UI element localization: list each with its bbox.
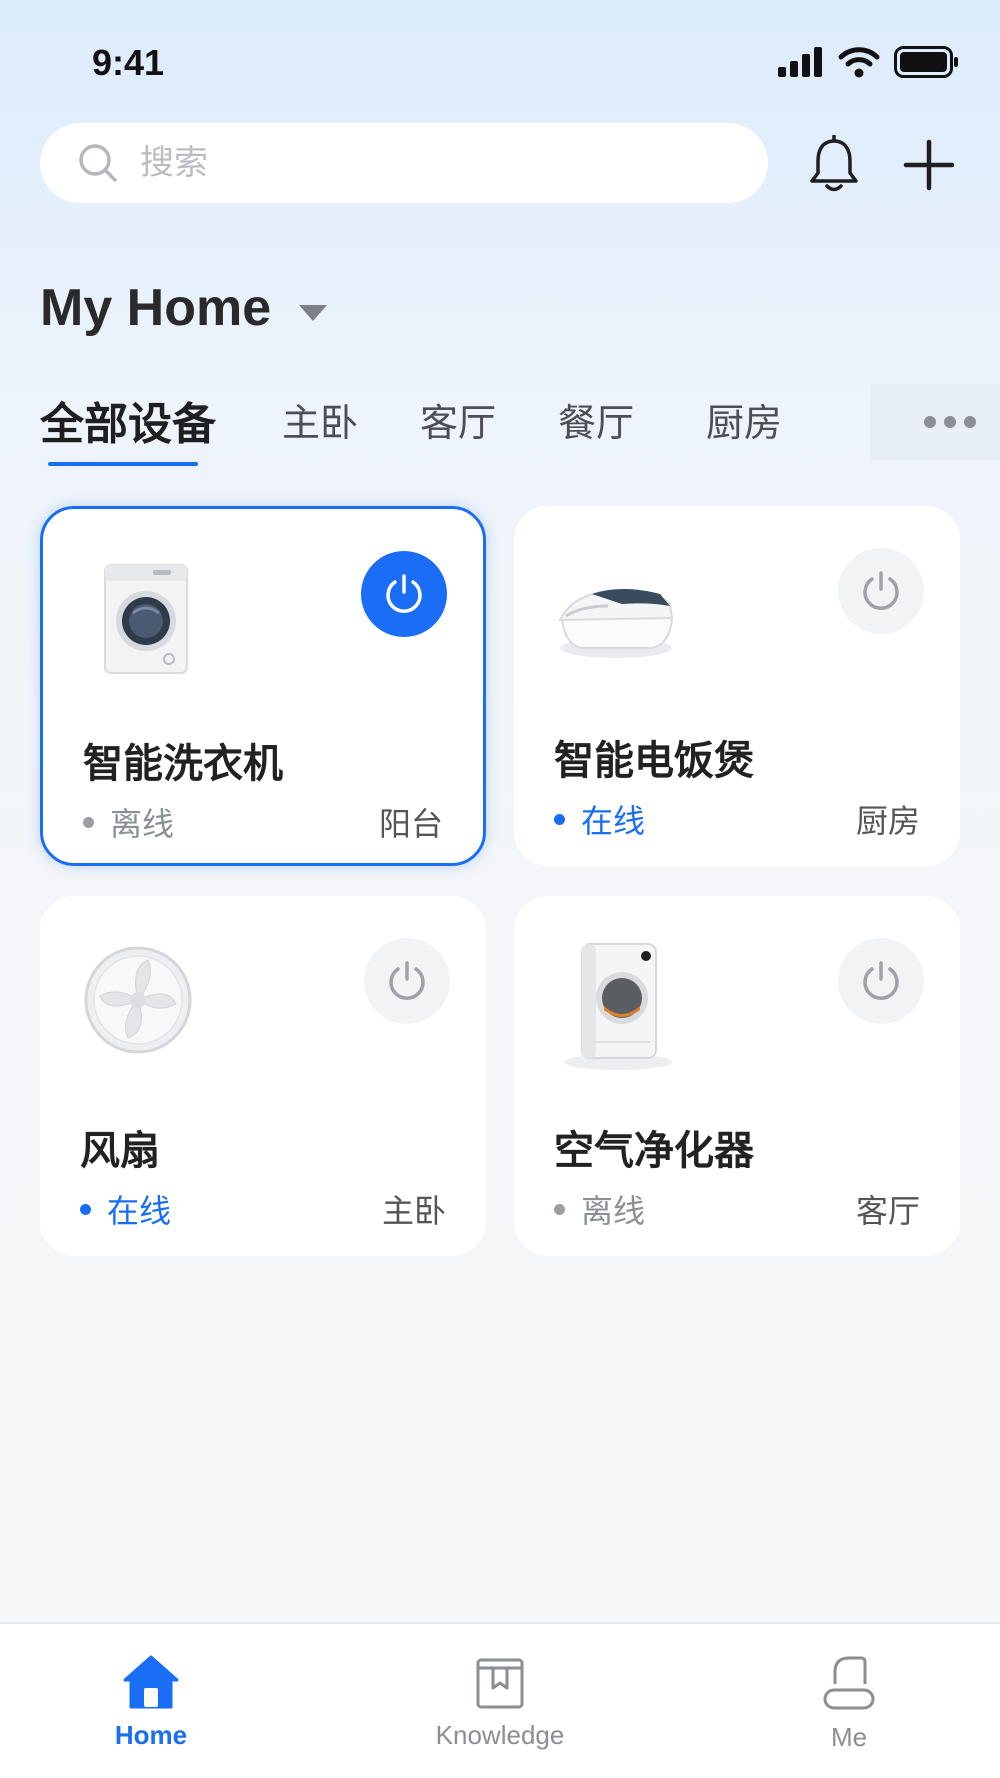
search-bar[interactable] xyxy=(40,123,768,203)
device-room: 客厅 xyxy=(855,1192,920,1230)
wifi-icon xyxy=(838,47,880,78)
device-status: 在线 xyxy=(80,1186,171,1232)
nav-knowledge-label: Knowledge xyxy=(435,1720,565,1750)
device-status-label: 在线 xyxy=(581,802,646,840)
nav-me[interactable]: Me xyxy=(749,1654,949,1753)
device-card-rice-cooker[interactable]: 智能电饭煲 在线 厨房 xyxy=(514,506,960,866)
washing-machine-image xyxy=(104,564,188,674)
power-button[interactable] xyxy=(364,938,450,1024)
tab-living-room[interactable]: 客厅 xyxy=(420,392,496,447)
book-icon xyxy=(476,1658,524,1709)
power-icon xyxy=(386,574,422,613)
device-name: 风扇 xyxy=(80,1128,160,1174)
device-name: 智能洗衣机 xyxy=(83,741,283,787)
bell-icon xyxy=(810,135,858,192)
plus-icon xyxy=(903,139,955,191)
nav-me-label: Me xyxy=(830,1722,868,1752)
signal-icon xyxy=(778,47,822,77)
fan-image xyxy=(84,946,192,1054)
device-room: 主卧 xyxy=(381,1192,446,1230)
home-icon xyxy=(123,1655,179,1709)
status-icons xyxy=(778,46,960,78)
device-status-label: 离线 xyxy=(110,805,175,843)
device-card-washing-machine[interactable]: 智能洗衣机 离线 阳台 xyxy=(40,506,486,866)
more-tabs-button[interactable] xyxy=(870,384,1000,460)
caret-down-icon xyxy=(299,305,328,321)
notification-button[interactable] xyxy=(802,130,866,200)
user-icon xyxy=(823,1656,875,1710)
search-icon xyxy=(79,144,117,182)
status-dot xyxy=(554,813,565,825)
room-tabs: 全部设备 主卧 客厅 餐厅 厨房 xyxy=(40,384,1000,472)
tab-dining-room[interactable]: 餐厅 xyxy=(558,392,634,447)
bottom-nav: Home Knowledge Me xyxy=(0,1622,1000,1778)
air-purifier-image xyxy=(564,943,672,1070)
device-status-label: 离线 xyxy=(581,1192,646,1230)
device-card-fan[interactable]: 风扇 在线 主卧 xyxy=(40,896,486,1256)
device-status: 离线 xyxy=(83,799,174,845)
device-status-label: 在线 xyxy=(107,1192,172,1230)
rice-cooker-image xyxy=(558,588,674,658)
nav-knowledge[interactable]: Knowledge xyxy=(400,1654,600,1751)
tab-master-bedroom[interactable]: 主卧 xyxy=(282,392,358,447)
battery-icon xyxy=(894,46,958,78)
status-time: 9:41 xyxy=(92,42,165,83)
add-device-button[interactable] xyxy=(898,130,960,200)
device-card-air-purifier[interactable]: 空气净化器 离线 客厅 xyxy=(514,896,960,1256)
power-button[interactable] xyxy=(361,551,447,637)
device-room: 厨房 xyxy=(855,802,920,840)
more-icon xyxy=(924,416,976,428)
nav-home-label: Home xyxy=(114,1720,188,1750)
status-dot xyxy=(554,1203,565,1215)
power-button[interactable] xyxy=(838,938,924,1024)
power-button[interactable] xyxy=(838,548,924,634)
home-selector[interactable]: My Home xyxy=(40,278,329,338)
tab-all-devices[interactable]: 全部设备 xyxy=(40,388,216,452)
tab-kitchen[interactable]: 厨房 xyxy=(706,392,782,447)
device-name: 空气净化器 xyxy=(554,1128,754,1174)
home-title: My Home xyxy=(40,279,272,337)
device-status: 在线 xyxy=(554,796,645,842)
status-dot xyxy=(83,816,94,828)
search-input[interactable] xyxy=(140,143,700,183)
device-room: 阳台 xyxy=(378,805,443,843)
tab-active-indicator xyxy=(48,462,198,466)
nav-home[interactable]: Home xyxy=(51,1654,251,1751)
power-icon xyxy=(863,571,899,610)
status-bar: 9:41 xyxy=(0,0,1000,120)
device-name: 智能电饭煲 xyxy=(554,738,754,784)
power-icon xyxy=(863,961,899,1000)
power-icon xyxy=(389,961,425,1000)
device-status: 离线 xyxy=(554,1186,645,1232)
status-dot xyxy=(80,1203,91,1215)
